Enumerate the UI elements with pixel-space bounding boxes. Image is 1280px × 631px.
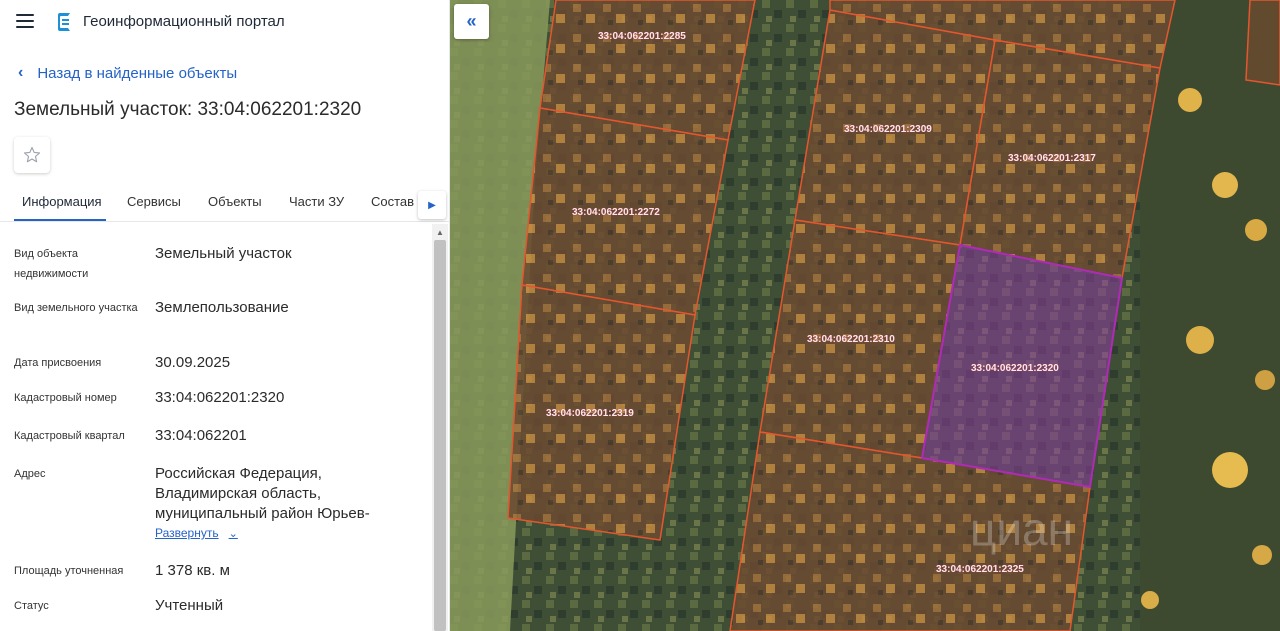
page-title: Земельный участок: 33:04:062201:2320 xyxy=(14,99,362,120)
info-label: Кадастровый номер xyxy=(14,392,117,404)
tab-bar: Информация Сервисы Объекты Части ЗУ Сост… xyxy=(0,186,449,222)
tab-parts[interactable]: Части ЗУ xyxy=(289,194,344,209)
map-view[interactable]: 33:04:062201:2285 33:04:062201:2272 33:0… xyxy=(450,0,1280,631)
parcel-label[interactable]: 33:04:062201:2310 xyxy=(807,334,896,346)
caret-right-icon: ▶ xyxy=(428,199,436,211)
vertical-scrollbar[interactable]: ▲ xyxy=(432,224,448,631)
cadastral-number-value: 33:04:062201:2320 xyxy=(155,389,285,406)
chevron-left-icon: ‹ xyxy=(18,64,24,81)
active-tab-indicator xyxy=(14,219,106,221)
tab-composition[interactable]: Состав xyxy=(371,194,414,209)
info-label: Адрес xyxy=(14,468,46,480)
parcel-label[interactable]: 33:04:062201:2317 xyxy=(1008,153,1097,165)
info-value: 30.09.2025 xyxy=(155,354,231,371)
parcel-label[interactable]: 33:04:062201:2325 xyxy=(936,564,1025,576)
portal-logo-icon[interactable] xyxy=(54,12,74,32)
double-chevron-left-icon: « xyxy=(466,11,477,31)
info-value: Землепользование xyxy=(155,299,289,316)
selected-parcel-label[interactable]: 33:04:062201:2320 xyxy=(971,363,1060,375)
expand-label: Развернуть xyxy=(155,526,219,540)
chevron-down-icon: ⌄ xyxy=(228,527,238,540)
info-list: Вид объекта недвижимости Земельный участ… xyxy=(0,224,430,631)
tab-information[interactable]: Информация xyxy=(22,194,102,209)
parcel-label[interactable]: 33:04:062201:2309 xyxy=(844,124,933,136)
scrollbar-thumb[interactable] xyxy=(434,240,446,631)
tab-objects[interactable]: Объекты xyxy=(208,194,262,209)
address-value: Российская Федерация, Владимирская облас… xyxy=(155,465,370,522)
status-value: Учтенный xyxy=(155,597,224,614)
portal-title: Геоинформационный портал xyxy=(83,13,285,30)
info-label: Дата присвоения xyxy=(14,357,102,369)
parcel-label[interactable]: 33:04:062201:2285 xyxy=(598,31,687,43)
collapse-panel-button[interactable]: « xyxy=(454,4,489,39)
hamburger-menu-icon[interactable] xyxy=(16,14,34,28)
info-label: Вид земельного участка xyxy=(14,302,138,314)
back-link-label: Назад в найденные объекты xyxy=(37,64,238,82)
star-icon xyxy=(23,146,41,163)
satellite-map[interactable]: 33:04:062201:2285 33:04:062201:2272 33:0… xyxy=(450,0,1280,631)
area-value: 1 378 кв. м xyxy=(155,562,230,579)
scroll-up-arrow-icon[interactable]: ▲ xyxy=(432,226,448,238)
favorite-button[interactable] xyxy=(14,137,50,173)
watermark-text: циан xyxy=(970,503,1073,555)
parcel-label[interactable]: 33:04:062201:2319 xyxy=(546,408,635,420)
info-label: Статус xyxy=(14,600,49,612)
info-label: Вид объекта недвижимости xyxy=(14,248,89,280)
back-to-results-link[interactable]: ‹ Назад в найденные объекты xyxy=(18,63,237,83)
info-label: Кадастровый квартал xyxy=(14,430,125,442)
info-label: Площадь уточненная xyxy=(14,565,124,577)
cadastral-quarter-value: 33:04:062201 xyxy=(155,427,247,444)
side-panel: Геоинформационный портал ‹ Назад в найде… xyxy=(0,0,450,631)
parcel-label[interactable]: 33:04:062201:2272 xyxy=(572,207,661,219)
info-value: Земельный участок xyxy=(155,245,292,262)
expand-address-link[interactable]: Развернуть ⌄ xyxy=(155,526,238,540)
top-bar: Геоинформационный портал xyxy=(0,0,449,44)
tabs-scroll-right-button[interactable]: ▶ xyxy=(418,191,446,219)
tab-services[interactable]: Сервисы xyxy=(127,194,181,209)
